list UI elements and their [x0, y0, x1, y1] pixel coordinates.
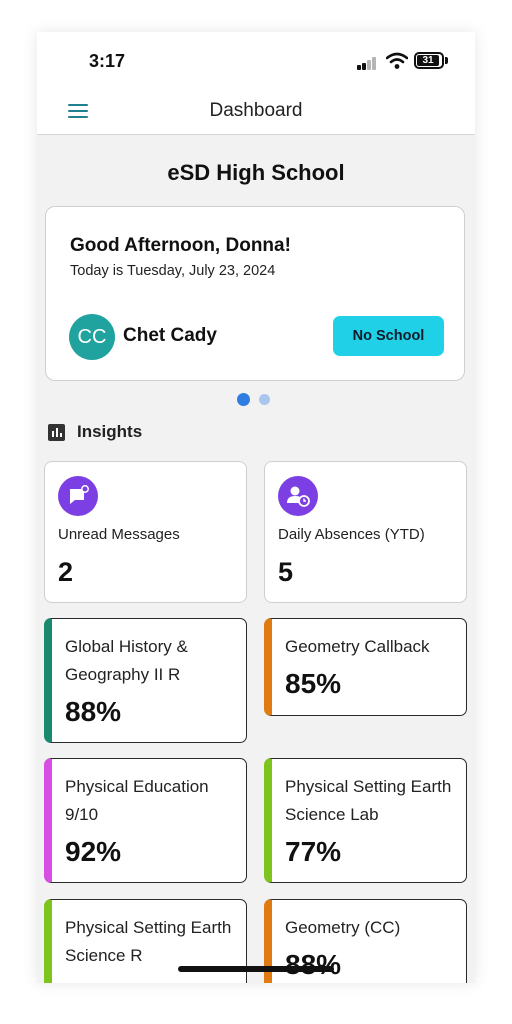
- carousel-dot-2[interactable]: [259, 394, 270, 405]
- status-time: 3:17: [89, 51, 126, 71]
- course-name: Geometry Callback: [285, 637, 430, 656]
- daily-absences-card[interactable]: Daily Absences (YTD) 5: [264, 461, 467, 603]
- battery-nub: [445, 57, 448, 64]
- greeting-title: Good Afternoon, Donna!: [70, 235, 291, 256]
- course-card[interactable]: Global History & Geography II R 88%: [44, 618, 247, 743]
- course-name: Physical Education 9/10: [65, 777, 209, 824]
- greeting-card: Good Afternoon, Donna! Today is Tuesday,…: [45, 206, 465, 381]
- no-school-button[interactable]: No School: [333, 316, 444, 356]
- stat-label: Unread Messages: [58, 526, 180, 543]
- message-icon: [58, 476, 98, 516]
- stat-value: 5: [278, 557, 294, 587]
- carousel-dot-1[interactable]: [237, 393, 250, 406]
- course-card[interactable]: Geometry Callback 85%: [264, 618, 467, 716]
- nav-bar: Dashboard: [37, 90, 475, 135]
- cellular-signal-icon: [357, 56, 379, 70]
- course-grade: 88%: [65, 696, 122, 727]
- carousel-dots: [237, 393, 277, 407]
- bar-chart-icon: [48, 424, 65, 441]
- stat-label: Daily Absences (YTD): [278, 526, 425, 543]
- stat-value: 2: [58, 557, 74, 587]
- course-name: Geometry (CC): [285, 918, 401, 937]
- page-title: Dashboard: [209, 100, 303, 121]
- course-grade: 85%: [285, 668, 342, 699]
- school-name: eSD High School: [167, 160, 345, 185]
- course-grade: 88%: [285, 949, 342, 980]
- course-name: Physical Setting Earth Science Lab: [285, 777, 452, 824]
- course-grade: 77%: [285, 836, 342, 867]
- student-name[interactable]: Chet Cady: [123, 325, 217, 347]
- battery-icon: 31: [414, 52, 444, 69]
- status-bar: 3:17 31: [37, 32, 475, 90]
- unread-messages-card[interactable]: Unread Messages 2: [44, 461, 247, 603]
- course-name: Global History & Geography II R: [65, 637, 188, 684]
- phone-screen: 3:17 31 Dashboard eSD High School Good A…: [37, 32, 475, 983]
- course-grade: 92%: [65, 836, 122, 867]
- course-name: Physical Setting Earth Science R: [65, 918, 232, 965]
- absence-icon: [278, 476, 318, 516]
- course-card[interactable]: Physical Education 9/10 92%: [44, 758, 247, 883]
- home-indicator[interactable]: [178, 966, 334, 972]
- course-card[interactable]: Physical Setting Earth Science Lab 77%: [264, 758, 467, 883]
- avatar[interactable]: CC: [69, 314, 115, 360]
- wifi-icon: [386, 52, 408, 69]
- greeting-date: Today is Tuesday, July 23, 2024: [70, 263, 276, 279]
- battery-level: 31: [417, 55, 439, 66]
- insights-heading: Insights: [77, 422, 143, 441]
